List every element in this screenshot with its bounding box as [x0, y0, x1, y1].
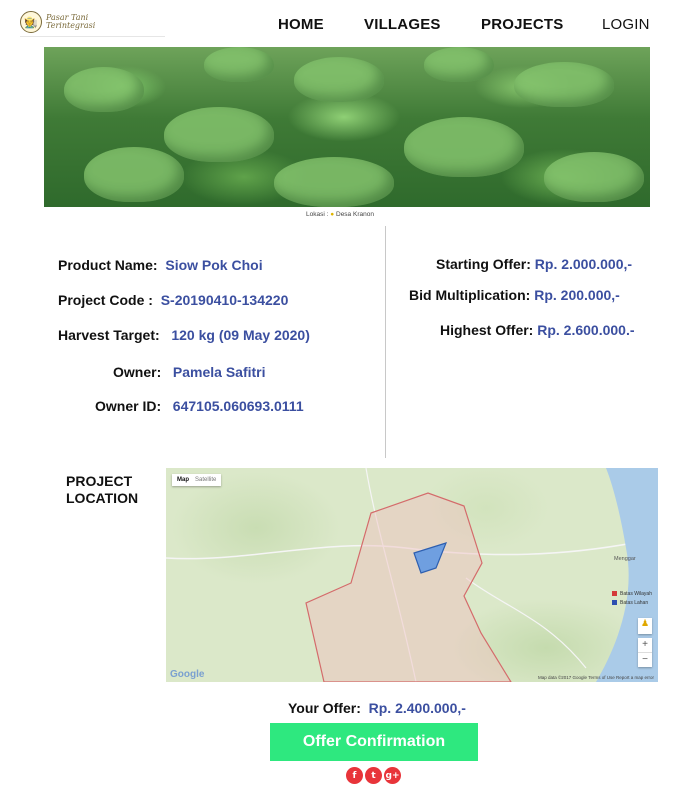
project-location-label: PROJECT LOCATION — [66, 473, 139, 506]
map-type-map[interactable]: Map — [177, 477, 189, 483]
zoom-in-button[interactable]: + — [638, 638, 652, 652]
hero-crop-image — [44, 47, 650, 207]
your-offer-value: Rp. 2.400.000,- — [368, 700, 466, 716]
your-offer-row: Your Offer: Rp. 2.400.000,- — [288, 700, 466, 716]
highest-offer-row: Highest Offer: Rp. 2.600.000.- — [440, 322, 635, 338]
map-type-satellite[interactable]: Satellite — [195, 477, 216, 483]
google-plus-icon[interactable]: g+ — [384, 767, 401, 784]
owner-row: Owner: Pamela Safitri — [113, 364, 266, 380]
owner-id-value: 647105.060693.0111 — [172, 398, 304, 414]
project-code-value: S-20190410-134220 — [160, 292, 289, 308]
highest-offer-value: Rp. 2.600.000.- — [537, 322, 635, 338]
starting-offer-value: Rp. 2.000.000,- — [534, 256, 633, 272]
zoom-out-button[interactable]: − — [638, 652, 652, 667]
starting-offer-row: Starting Offer: Rp. 2.000.000,- — [436, 256, 633, 272]
project-location-map[interactable]: Map Satellite Menggar Batas Wilayah Bata… — [166, 468, 658, 682]
harvest-target-row: Harvest Target: 120 kg (09 May 2020) — [58, 327, 310, 343]
harvest-target-value: 120 kg (09 May 2020) — [171, 327, 310, 343]
facebook-icon[interactable]: f — [346, 767, 363, 784]
nav-villages[interactable]: VILLAGES — [364, 16, 441, 33]
bid-multiplication-row: Bid Multiplication: Rp. 200.000,- — [409, 287, 620, 303]
map-overlay — [166, 468, 658, 682]
map-attribution: Map data ©2017 Google Terms of Use Repor… — [537, 675, 654, 680]
map-town-label: Menggar — [614, 556, 636, 562]
product-name-value: Siow Pok Choi — [165, 257, 263, 273]
panel-divider — [385, 226, 386, 458]
caption-place: Desa Kranon — [336, 211, 374, 218]
nav-home[interactable]: HOME — [278, 16, 324, 33]
social-links: f t g+ — [346, 767, 401, 784]
google-logo: Google — [170, 669, 205, 680]
nav-login[interactable]: LOGIN — [602, 16, 650, 33]
bid-multiplication-value: Rp. 200.000,- — [534, 287, 620, 303]
product-name-row: Product Name: Siow Pok Choi — [58, 257, 263, 273]
map-legend: Batas Wilayah Batas Lahan — [612, 590, 652, 608]
twitter-icon[interactable]: t — [365, 767, 382, 784]
brand-logo[interactable]: 🧑‍🌾 Pasar Tani Terintegrasi — [20, 8, 165, 37]
brand-line2: Terintegrasi — [46, 21, 96, 30]
map-zoom-control: + − — [638, 638, 652, 667]
farmer-logo-icon: 🧑‍🌾 — [20, 11, 42, 33]
brand-name: Pasar Tani Terintegrasi — [46, 14, 95, 30]
map-type-control[interactable]: Map Satellite — [172, 474, 222, 486]
owner-id-row: Owner ID: 647105.060693.0111 — [95, 398, 304, 414]
offer-confirmation-button[interactable]: Offer Confirmation — [270, 723, 478, 761]
owner-value: Pamela Safitri — [172, 364, 266, 380]
street-view-pegman-icon[interactable]: ♟ — [638, 618, 652, 634]
nav-projects[interactable]: PROJECTS — [481, 16, 563, 33]
project-code-row: Project Code : S-20190410-134220 — [58, 292, 289, 308]
hero-caption: Lokasi : ● Desa Kranon — [306, 211, 374, 218]
